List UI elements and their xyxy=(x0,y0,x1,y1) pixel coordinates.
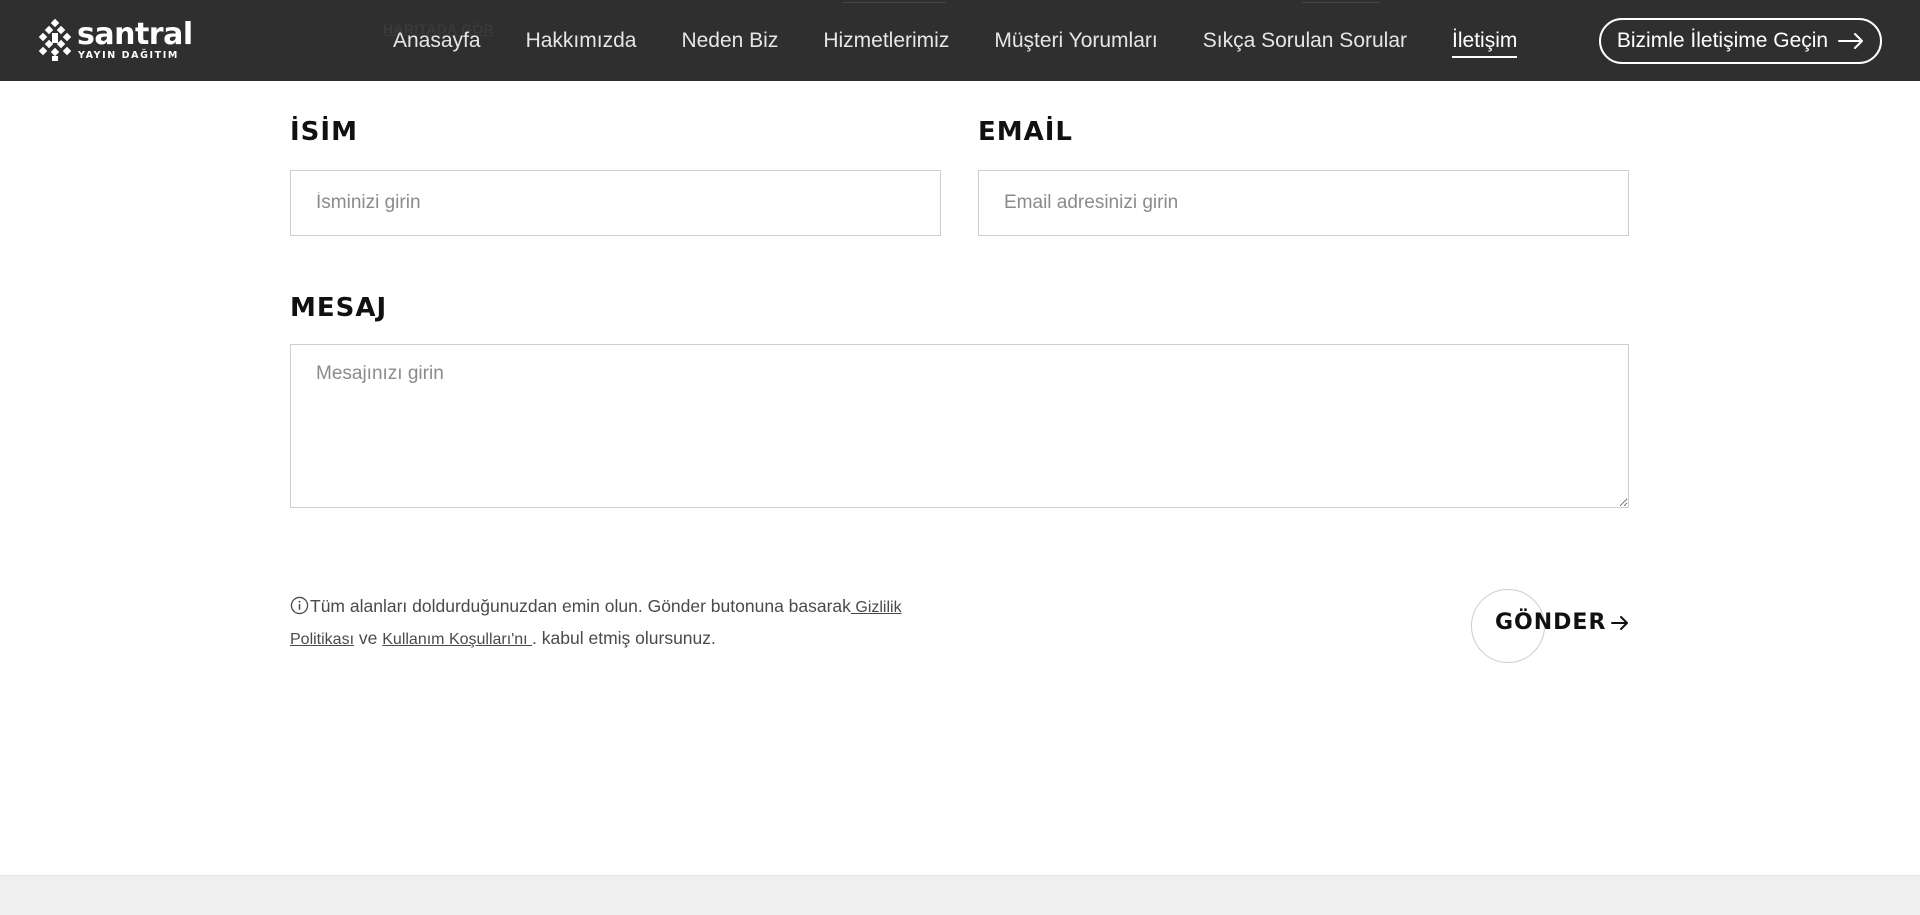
consent-conjunction: ve xyxy=(354,628,383,648)
arrow-right-icon xyxy=(1611,615,1629,630)
email-input[interactable] xyxy=(978,170,1629,236)
submit-label: GÖNDER xyxy=(1495,610,1607,635)
nav-item-musteri-yorumlari[interactable]: Müşteri Yorumları xyxy=(994,29,1157,53)
footer-band xyxy=(0,875,1920,915)
logo-mark-icon xyxy=(38,18,72,61)
terms-link[interactable]: Kullanım Koşulları'nı xyxy=(382,631,532,648)
message-textarea[interactable] xyxy=(290,344,1629,508)
logo-name: santral xyxy=(77,16,193,52)
info-icon xyxy=(290,596,309,615)
email-label: EMAİL xyxy=(978,117,1073,147)
main-nav: Anasayfa Hakkımızda Neden Biz Hizmetleri… xyxy=(393,0,1562,81)
logo[interactable]: santral YAYIN DAĞITIM xyxy=(37,18,193,62)
nav-item-anasayfa[interactable]: Anasayfa xyxy=(393,29,481,53)
nav-item-iletisim[interactable]: İletişim xyxy=(1452,29,1518,58)
name-label: İSİM xyxy=(290,117,358,147)
arrow-right-icon xyxy=(1838,33,1864,49)
logo-subtitle: YAYIN DAĞITIM xyxy=(78,49,179,61)
message-label: MESAJ xyxy=(290,293,388,323)
nav-item-hizmetlerimiz[interactable]: Hizmetlerimiz xyxy=(823,29,949,53)
site-header: santral YAYIN DAĞITIM HARITADA GÖR Anasa… xyxy=(0,0,1920,81)
consent-note: Tüm alanları doldurduğunuzdan emin olun.… xyxy=(290,591,930,655)
nav-item-sss[interactable]: Sıkça Sorulan Sorular xyxy=(1203,29,1407,53)
nav-item-hakkimizda[interactable]: Hakkımızda xyxy=(526,29,637,53)
contact-cta-button[interactable]: Bizimle İletişime Geçin xyxy=(1599,18,1882,64)
consent-text: Tüm alanları doldurduğunuzdan emin olun.… xyxy=(310,596,851,616)
submit-button[interactable]: GÖNDER xyxy=(1471,589,1631,663)
name-input[interactable] xyxy=(290,170,941,236)
cta-label: Bizimle İletişime Geçin xyxy=(1616,29,1829,52)
nav-item-neden-biz[interactable]: Neden Biz xyxy=(681,29,778,53)
consent-text-end: . kabul etmiş olursunuz. xyxy=(532,628,716,648)
